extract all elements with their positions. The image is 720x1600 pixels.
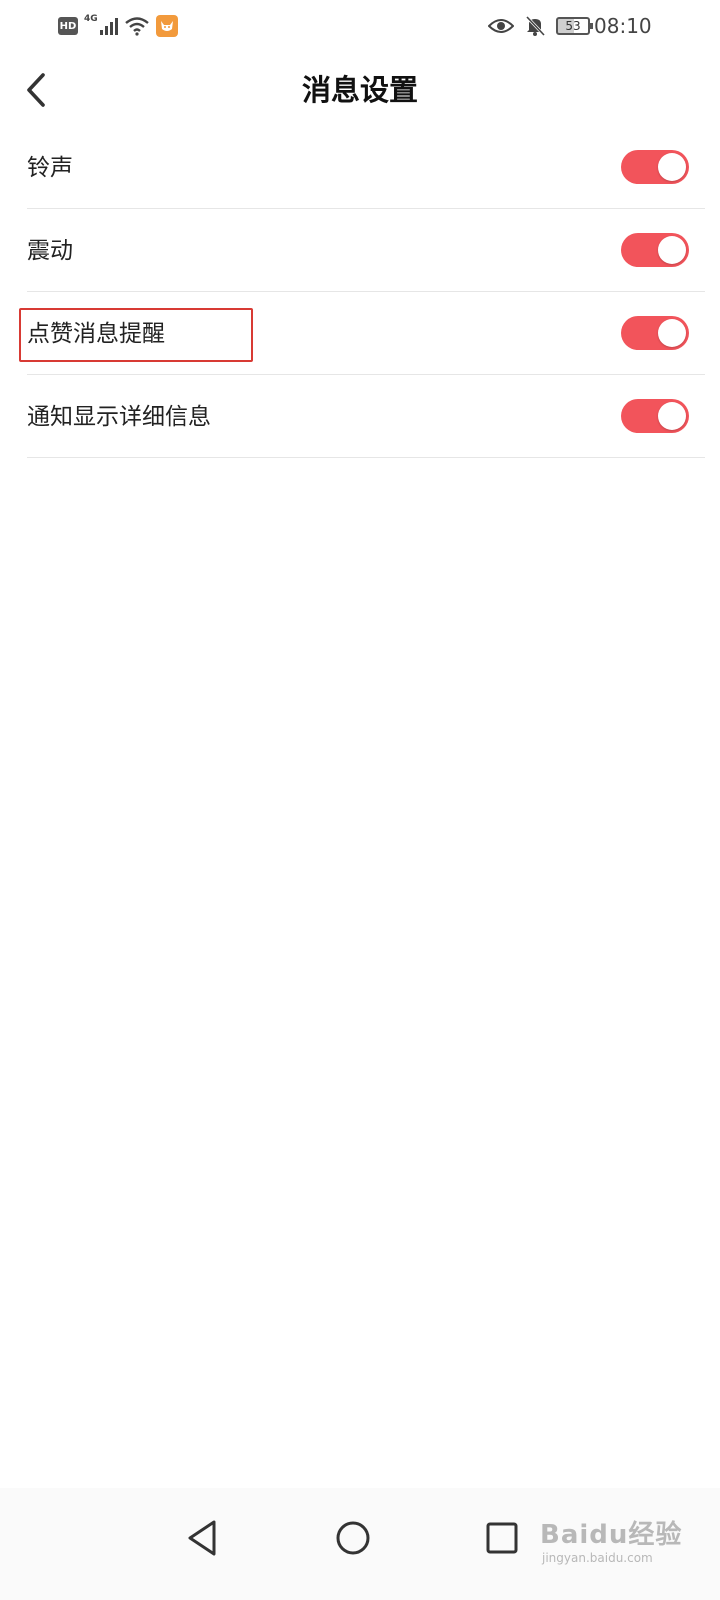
toggle-knob <box>658 236 686 264</box>
status-bar-right: 53 <box>488 12 593 40</box>
like-notification-toggle[interactable] <box>621 316 689 350</box>
setting-label-ringtone: 铃声 <box>27 155 73 181</box>
watermark-logo: Baidu经验 <box>540 1520 683 1550</box>
header: 消息设置 <box>0 58 720 122</box>
watermark: Baidu经验 jingyan.baidu.com <box>540 1514 710 1565</box>
show-details-toggle[interactable] <box>621 399 689 433</box>
wifi-icon <box>124 17 149 36</box>
setting-row-like-notification: 点赞消息提醒 <box>27 292 705 375</box>
bell-muted-icon <box>525 15 546 37</box>
settings-list: 铃声 震动 点赞消息提醒 通知显示详细信息 <box>0 126 720 458</box>
signal-icon <box>99 17 118 35</box>
nav-home-button[interactable] <box>323 1508 383 1568</box>
status-time: 08:10 <box>594 14 652 38</box>
toggle-knob <box>658 153 686 181</box>
battery-level: 53 <box>565 19 581 33</box>
hd-icon: HD <box>58 17 78 35</box>
battery-icon: 53 <box>556 17 593 35</box>
setting-label-show-details: 通知显示详细信息 <box>27 404 211 430</box>
back-triangle-icon <box>188 1520 216 1556</box>
eye-icon <box>488 19 514 33</box>
status-bar: HD 4G 53 08:10 <box>0 0 720 52</box>
setting-row-vibration: 震动 <box>27 209 705 292</box>
status-bar-left: HD 4G <box>58 12 178 40</box>
network-type: 4G <box>84 14 98 24</box>
vibration-toggle[interactable] <box>621 233 689 267</box>
setting-row-show-details: 通知显示详细信息 <box>27 375 705 458</box>
nav-back-button[interactable] <box>172 1508 232 1568</box>
toggle-knob <box>658 319 686 347</box>
setting-label-vibration: 震动 <box>27 238 73 264</box>
page-title: 消息设置 <box>301 73 418 107</box>
app-notification-icon <box>155 15 178 37</box>
recents-square-icon <box>486 1522 518 1554</box>
toggle-knob <box>658 402 686 430</box>
setting-row-ringtone: 铃声 <box>27 126 705 209</box>
nav-recents-button[interactable] <box>472 1508 532 1568</box>
watermark-url: jingyan.baidu.com <box>542 1551 653 1565</box>
home-circle-icon <box>336 1521 370 1555</box>
ringtone-toggle[interactable] <box>621 150 689 184</box>
setting-label-like-notification: 点赞消息提醒 <box>27 321 165 347</box>
